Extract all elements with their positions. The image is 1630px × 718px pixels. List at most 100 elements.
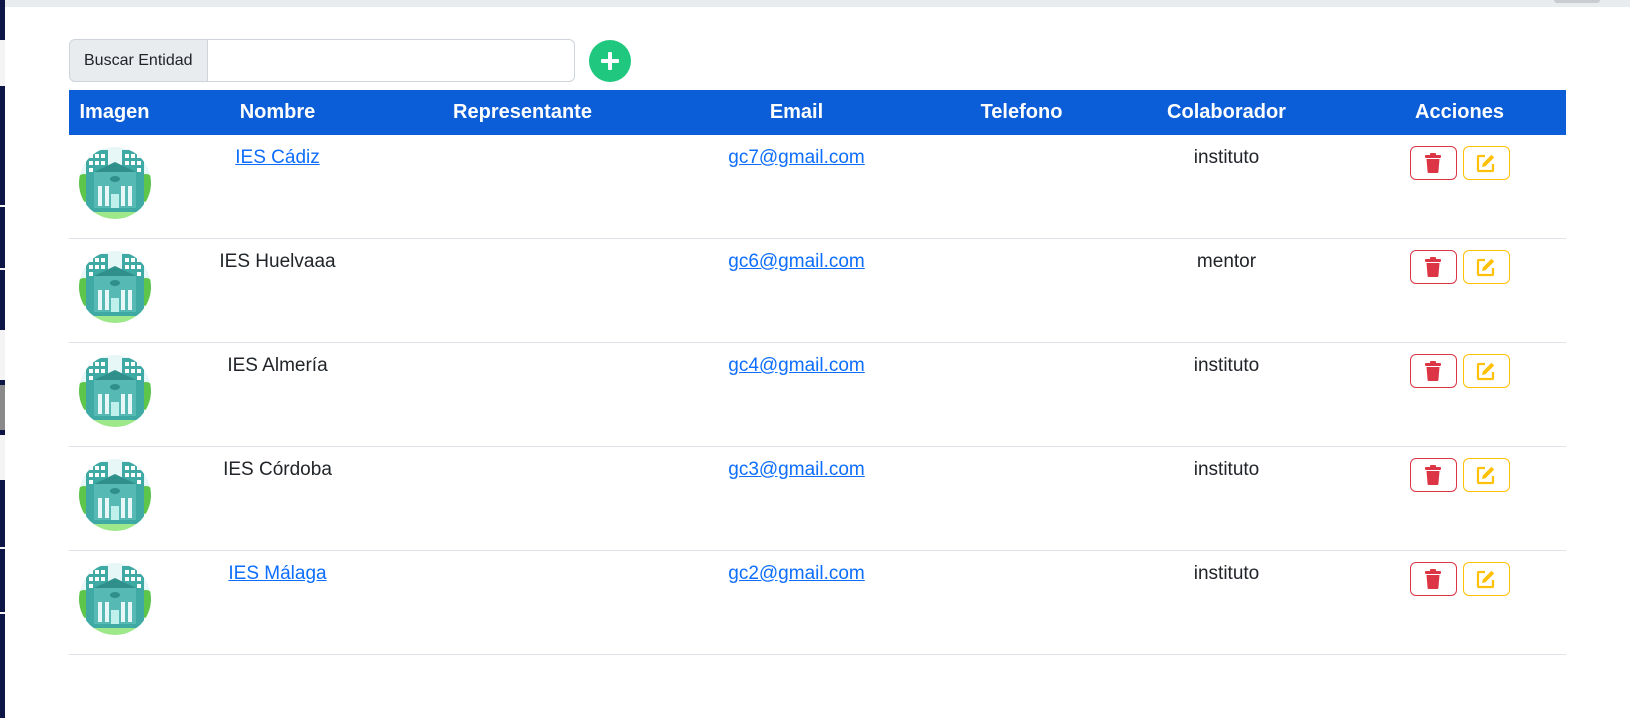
row-actions: [1353, 551, 1566, 596]
email-link[interactable]: gc7@gmail.com: [728, 147, 865, 168]
email-link[interactable]: gc4@gmail.com: [728, 355, 865, 376]
table-row: IES Cádiz gc7@gmail.com instituto: [69, 135, 1566, 239]
delete-button[interactable]: [1409, 354, 1457, 388]
trash-icon: [1425, 257, 1441, 277]
cell-email: gc4@gmail.com: [650, 342, 943, 447]
cell-representante: [395, 550, 650, 655]
left-window-edge: [0, 0, 5, 718]
delete-button[interactable]: [1409, 250, 1457, 284]
cell-imagen: [69, 550, 160, 655]
trash-icon: [1425, 569, 1441, 589]
add-entity-button[interactable]: [589, 40, 631, 82]
table-row: IES Almería gc4@gmail.com instituto: [69, 342, 1566, 447]
school-building-icon: [78, 251, 151, 323]
cell-email: gc2@gmail.com: [650, 550, 943, 655]
edit-button[interactable]: [1462, 250, 1510, 284]
trash-icon: [1425, 465, 1441, 485]
colaborador-text: instituto: [1193, 459, 1260, 480]
nombre-text: IES Almería: [227, 355, 328, 376]
cell-representante: [395, 446, 650, 551]
school-building-icon: [78, 147, 151, 219]
nombre-text: IES Huelvaaa: [219, 251, 336, 272]
cell-imagen: [69, 446, 160, 551]
search-label: Buscar Entidad: [69, 39, 208, 82]
cell-colaborador: instituto: [1100, 550, 1353, 655]
entities-table: Imagen Nombre Representante Email Telefo…: [69, 90, 1566, 655]
row-actions: [1353, 239, 1566, 284]
trash-icon: [1425, 153, 1441, 173]
cell-acciones: [1353, 238, 1566, 343]
header-representante: Representante: [395, 90, 650, 135]
cell-telefono: [943, 238, 1100, 343]
edit-icon: [1476, 258, 1495, 277]
colaborador-text: instituto: [1193, 563, 1260, 584]
cell-telefono: [943, 135, 1100, 239]
cell-representante: [395, 238, 650, 343]
cell-colaborador: instituto: [1100, 342, 1353, 447]
colaborador-text: mentor: [1196, 251, 1257, 272]
cell-acciones: [1353, 446, 1566, 551]
row-actions: [1353, 135, 1566, 180]
top-bar: [5, 0, 1630, 7]
cell-representante: [395, 342, 650, 447]
school-building-icon: [78, 563, 151, 635]
cell-acciones: [1353, 550, 1566, 655]
cell-acciones: [1353, 342, 1566, 447]
header-nombre: Nombre: [160, 90, 395, 135]
edit-icon: [1476, 466, 1495, 485]
cell-email: gc7@gmail.com: [650, 135, 943, 239]
delete-button[interactable]: [1409, 562, 1457, 596]
cell-nombre: IES Málaga: [160, 550, 395, 655]
email-link[interactable]: gc6@gmail.com: [728, 251, 865, 272]
table-header-row: Imagen Nombre Representante Email Telefo…: [69, 90, 1566, 135]
search-group: Buscar Entidad: [69, 39, 575, 82]
table-row: IES Córdoba gc3@gmail.com instituto: [69, 446, 1566, 551]
cell-telefono: [943, 342, 1100, 447]
cell-nombre: IES Cádiz: [160, 135, 395, 239]
colaborador-text: instituto: [1193, 355, 1260, 376]
cell-telefono: [943, 446, 1100, 551]
email-link[interactable]: gc2@gmail.com: [728, 563, 865, 584]
cell-representante: [395, 135, 650, 239]
edit-button[interactable]: [1462, 458, 1510, 492]
edit-button[interactable]: [1462, 562, 1510, 596]
cell-email: gc3@gmail.com: [650, 446, 943, 551]
edit-icon: [1476, 362, 1495, 381]
top-bar-handle: [1554, 0, 1600, 3]
colaborador-text: instituto: [1193, 147, 1260, 168]
search-input[interactable]: [207, 39, 575, 82]
nombre-link[interactable]: IES Cádiz: [235, 147, 319, 168]
cell-nombre: IES Almería: [160, 342, 395, 447]
cell-imagen: [69, 342, 160, 447]
header-email: Email: [650, 90, 943, 135]
header-acciones: Acciones: [1353, 90, 1566, 135]
cell-telefono: [943, 550, 1100, 655]
nombre-link[interactable]: IES Málaga: [228, 563, 326, 584]
cell-colaborador: mentor: [1100, 238, 1353, 343]
edit-button[interactable]: [1462, 354, 1510, 388]
school-building-icon: [78, 459, 151, 531]
header-colaborador: Colaborador: [1100, 90, 1353, 135]
cell-colaborador: instituto: [1100, 135, 1353, 239]
plus-icon: [601, 52, 619, 70]
cell-email: gc6@gmail.com: [650, 238, 943, 343]
table-row: IES Huelvaaa gc6@gmail.com mentor: [69, 238, 1566, 343]
delete-button[interactable]: [1409, 458, 1457, 492]
cell-nombre: IES Córdoba: [160, 446, 395, 551]
edit-button[interactable]: [1462, 146, 1510, 180]
nombre-text: IES Córdoba: [223, 459, 332, 480]
cell-colaborador: instituto: [1100, 446, 1353, 551]
header-imagen: Imagen: [69, 90, 160, 135]
edit-icon: [1476, 570, 1495, 589]
row-actions: [1353, 447, 1566, 492]
cell-nombre: IES Huelvaaa: [160, 238, 395, 343]
cell-imagen: [69, 238, 160, 343]
email-link[interactable]: gc3@gmail.com: [728, 459, 865, 480]
cell-acciones: [1353, 135, 1566, 239]
cell-imagen: [69, 135, 160, 239]
school-building-icon: [78, 355, 151, 427]
row-actions: [1353, 343, 1566, 388]
delete-button[interactable]: [1409, 146, 1457, 180]
edit-icon: [1476, 154, 1495, 173]
trash-icon: [1425, 361, 1441, 381]
